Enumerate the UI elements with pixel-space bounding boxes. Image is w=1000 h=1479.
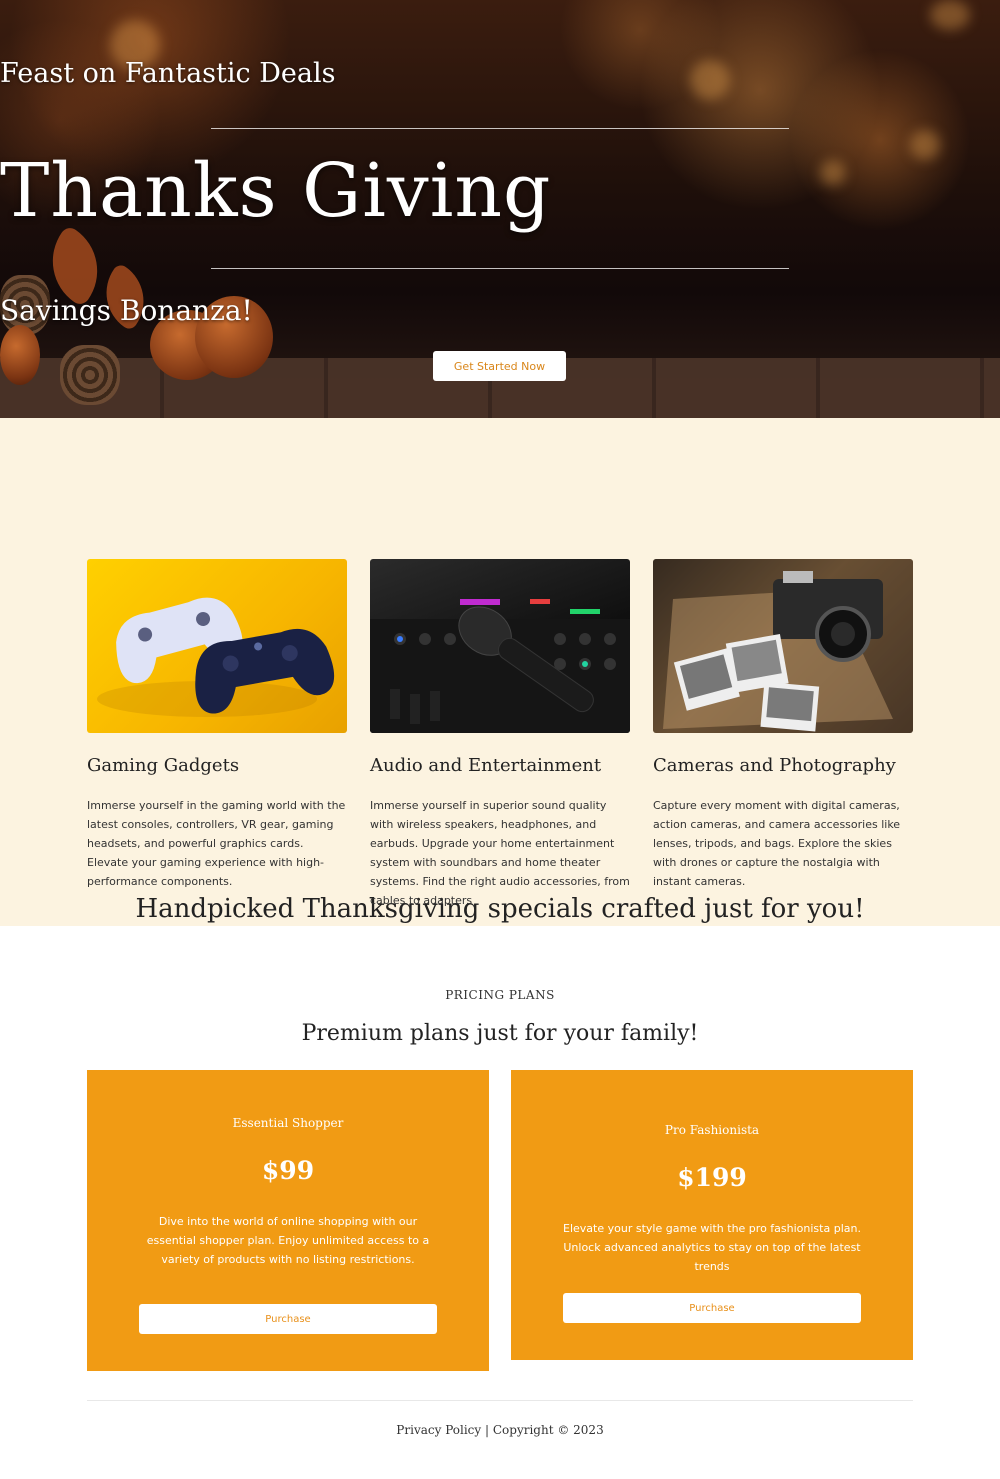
copyright-text: Copyright © 2023 [492, 1423, 604, 1437]
plan-name: Pro Fashionista [664, 1123, 760, 1137]
footer: Privacy Policy | Copyright © 2023 [0, 1423, 1000, 1437]
card-title: Audio and Entertainment [370, 755, 602, 776]
card-gaming-gadgets[interactable]: Gaming Gadgets Immerse yourself in the g… [87, 559, 347, 891]
plan-price: $199 [677, 1163, 747, 1192]
hero-tagline: Savings Bonanza! [0, 294, 253, 327]
plan-description: Dive into the world of online shopping w… [146, 1215, 430, 1266]
privacy-policy-link[interactable]: Privacy Policy [396, 1423, 481, 1437]
footer-divider [87, 1400, 913, 1401]
card-description: Immerse yourself in superior sound quali… [370, 799, 630, 907]
pumpkin-icon [0, 325, 40, 385]
plan-card-essential-shopper: Essential Shopper $99 Dive into the worl… [87, 1070, 489, 1371]
gaming-controller-icon [97, 597, 335, 717]
card-description: Immerse yourself in the gaming world wit… [87, 799, 346, 888]
hero-title: Thanks Giving [0, 148, 552, 234]
divider [211, 128, 789, 129]
camera-icon [653, 559, 913, 733]
purchase-button[interactable]: Purchase [139, 1304, 437, 1334]
plan-card-pro-fashionista: Pro Fashionista $199 Elevate your style … [511, 1070, 913, 1360]
bokeh-light [930, 0, 970, 30]
gaming-controllers-image [87, 559, 347, 733]
card-cameras-photography[interactable]: Cameras and Photography Capture every mo… [653, 559, 913, 891]
pinecone-icon [60, 345, 120, 405]
pricing-section: PRICING PLANS Premium plans just for you… [0, 926, 1000, 1479]
plan-name: Essential Shopper [232, 1116, 344, 1130]
footer-separator: | [481, 1423, 493, 1437]
card-audio-entertainment[interactable]: Audio and Entertainment Immerse yourself… [370, 559, 630, 910]
plan-price: $99 [261, 1156, 315, 1185]
divider [211, 268, 789, 269]
card-description: Capture every moment with digital camera… [653, 799, 901, 888]
microphone-icon [370, 599, 630, 733]
card-title: Gaming Gadgets [87, 755, 240, 776]
pricing-headline: Premium plans just for your family! [301, 1021, 699, 1046]
hero-subtitle: Feast on Fantastic Deals [0, 58, 336, 89]
vintage-camera-photos-image [653, 559, 913, 733]
hero-banner: Feast on Fantastic Deals Thanks Giving S… [0, 0, 1000, 418]
purchase-button[interactable]: Purchase [563, 1293, 861, 1323]
audio-mixer-microphone-image [370, 559, 630, 733]
specials-section: Handpicked Thanksgiving specials crafted… [0, 418, 1000, 926]
plan-description: Elevate your style game with the pro fas… [563, 1222, 861, 1273]
get-started-button[interactable]: Get Started Now [433, 351, 566, 381]
card-title: Cameras and Photography [653, 755, 896, 776]
pricing-eyebrow: PRICING PLANS [445, 988, 555, 1002]
